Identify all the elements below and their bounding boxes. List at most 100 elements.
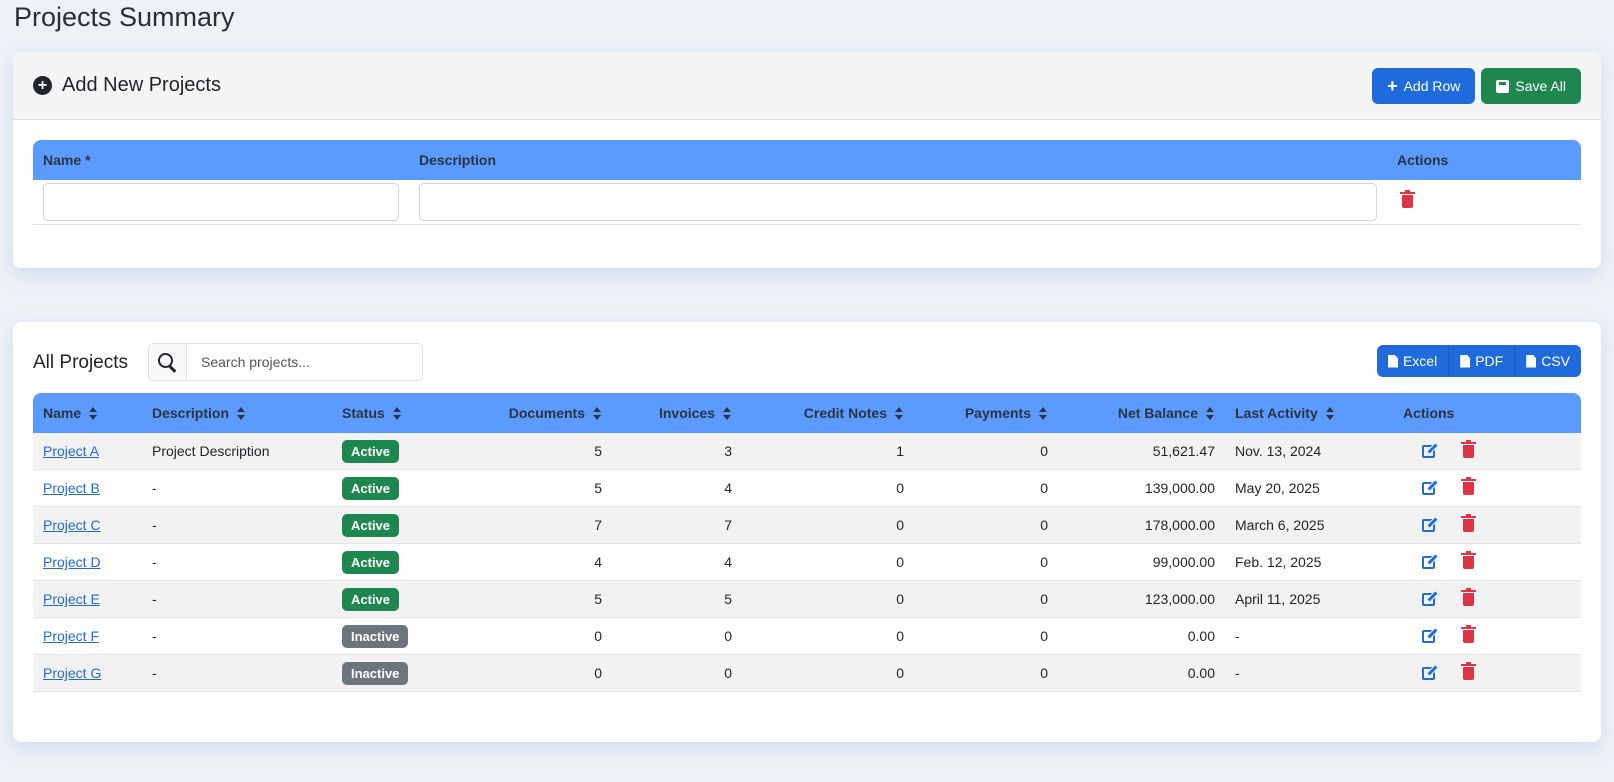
payments-count: 0 (914, 433, 1058, 470)
edit-icon[interactable] (1422, 666, 1435, 680)
documents-count: 5 (482, 469, 612, 507)
column-header-actions: Actions (1397, 152, 1449, 168)
status-badge: Active (342, 550, 400, 574)
projects-table: Name Description Status Documents Invoic… (33, 393, 1581, 692)
credit-notes-count: 1 (742, 433, 914, 470)
edit-icon[interactable] (1422, 555, 1435, 569)
edit-icon[interactable] (1422, 592, 1435, 606)
new-project-row (33, 180, 1581, 225)
project-name-link[interactable]: Project A (43, 443, 99, 459)
documents-count: 4 (482, 543, 612, 581)
sort-icon (237, 407, 246, 420)
project-description-input[interactable] (419, 183, 1377, 221)
payments-count: 0 (914, 506, 1058, 544)
delete-icon[interactable] (1461, 624, 1476, 643)
export-csv-label: CSV (1541, 353, 1570, 369)
delete-icon[interactable] (1461, 476, 1476, 495)
save-all-button[interactable]: Save All (1481, 68, 1581, 104)
th-invoices[interactable]: Invoices (612, 393, 742, 433)
table-row: Project C - Active 7 7 0 0 178,000.00 March 6, 2… (33, 506, 1581, 544)
invoices-count: 3 (612, 433, 742, 470)
table-row: Project D - Active 4 4 0 0 99,000.00 Feb. 12, 20… (33, 543, 1581, 581)
net-balance: 178,000.00 (1058, 506, 1225, 544)
project-name-input[interactable] (43, 183, 399, 221)
th-status[interactable]: Status (332, 393, 482, 433)
credit-notes-count: 0 (742, 617, 914, 655)
project-name-link[interactable]: Project F (43, 628, 99, 644)
documents-count: 0 (482, 617, 612, 655)
invoices-count: 0 (612, 617, 742, 655)
add-projects-header: + Add New Projects + Add Row Save All (13, 52, 1601, 120)
table-row: Project E - Active 5 5 0 0 123,000.00 April 11, … (33, 580, 1581, 618)
add-row-button[interactable]: + Add Row (1372, 68, 1476, 104)
credit-notes-count: 0 (742, 506, 914, 544)
project-description: Project Description (142, 433, 332, 470)
table-row: Project B - Active 5 4 0 0 139,000.00 May 20, 20… (33, 469, 1581, 507)
net-balance: 139,000.00 (1058, 469, 1225, 507)
projects-table-header: Name Description Status Documents Invoic… (33, 393, 1581, 433)
export-pdf-label: PDF (1475, 353, 1504, 369)
payments-count: 0 (914, 580, 1058, 618)
sort-icon (392, 407, 402, 420)
project-name-link[interactable]: Project E (43, 591, 100, 607)
add-projects-title: Add New Projects (62, 74, 221, 96)
save-all-label: Save All (1515, 78, 1566, 94)
delete-icon[interactable] (1461, 513, 1476, 532)
status-badge: Inactive (342, 624, 409, 648)
project-description: - (142, 617, 332, 655)
delete-row-icon[interactable] (1400, 189, 1415, 208)
th-actions: Actions (1393, 393, 1581, 433)
documents-count: 5 (482, 580, 612, 618)
credit-notes-count: 0 (742, 469, 914, 507)
last-activity: April 11, 2025 (1225, 580, 1393, 618)
new-project-table-header: Name * Description Actions (33, 140, 1581, 180)
project-name-link[interactable]: Project G (43, 665, 101, 681)
export-button-group: Excel PDF CSV (1376, 345, 1581, 377)
invoices-count: 4 (612, 543, 742, 581)
status-badge: Active (342, 513, 400, 537)
th-name[interactable]: Name (33, 393, 142, 433)
project-name-link[interactable]: Project D (43, 554, 101, 570)
last-activity: - (1225, 617, 1393, 655)
edit-icon[interactable] (1422, 518, 1435, 532)
invoices-count: 4 (612, 469, 742, 507)
net-balance: 0.00 (1058, 654, 1225, 692)
delete-icon[interactable] (1461, 550, 1476, 569)
th-credit-notes[interactable]: Credit Notes (742, 393, 914, 433)
th-payments[interactable]: Payments (914, 393, 1058, 433)
edit-icon[interactable] (1422, 481, 1435, 495)
invoices-count: 7 (612, 506, 742, 544)
edit-icon[interactable] (1422, 444, 1435, 458)
search-input[interactable] (187, 344, 422, 380)
new-project-table: Name * Description Actions (33, 140, 1581, 225)
net-balance: 123,000.00 (1058, 580, 1225, 618)
delete-icon[interactable] (1461, 439, 1476, 458)
project-description: - (142, 506, 332, 544)
edit-icon[interactable] (1422, 629, 1435, 643)
credit-notes-count: 0 (742, 580, 914, 618)
add-row-label: Add Row (1403, 78, 1461, 94)
th-net-balance[interactable]: Net Balance (1058, 393, 1225, 433)
th-last-activity[interactable]: Last Activity (1225, 393, 1393, 433)
credit-notes-count: 0 (742, 654, 914, 692)
project-name-link[interactable]: Project C (43, 517, 101, 533)
credit-notes-count: 0 (742, 543, 914, 581)
sort-icon (1206, 407, 1215, 420)
file-pdf-icon (1460, 354, 1471, 368)
delete-icon[interactable] (1461, 587, 1476, 606)
table-row: Project F - Inactive 0 0 0 0 0.00- (33, 617, 1581, 655)
th-documents[interactable]: Documents (482, 393, 612, 433)
export-csv-button[interactable]: CSV (1514, 345, 1581, 377)
th-description[interactable]: Description (142, 393, 332, 433)
project-name-link[interactable]: Project B (43, 480, 100, 496)
delete-icon[interactable] (1461, 661, 1476, 680)
project-description: - (142, 469, 332, 507)
documents-count: 0 (482, 654, 612, 692)
plus-icon: + (1387, 76, 1398, 96)
export-pdf-button[interactable]: PDF (1448, 345, 1515, 377)
net-balance: 0.00 (1058, 617, 1225, 655)
add-projects-title-group: + Add New Projects (33, 74, 221, 97)
export-excel-button[interactable]: Excel (1376, 345, 1449, 377)
net-balance: 51,621.47 (1058, 433, 1225, 470)
payments-count: 0 (914, 617, 1058, 655)
